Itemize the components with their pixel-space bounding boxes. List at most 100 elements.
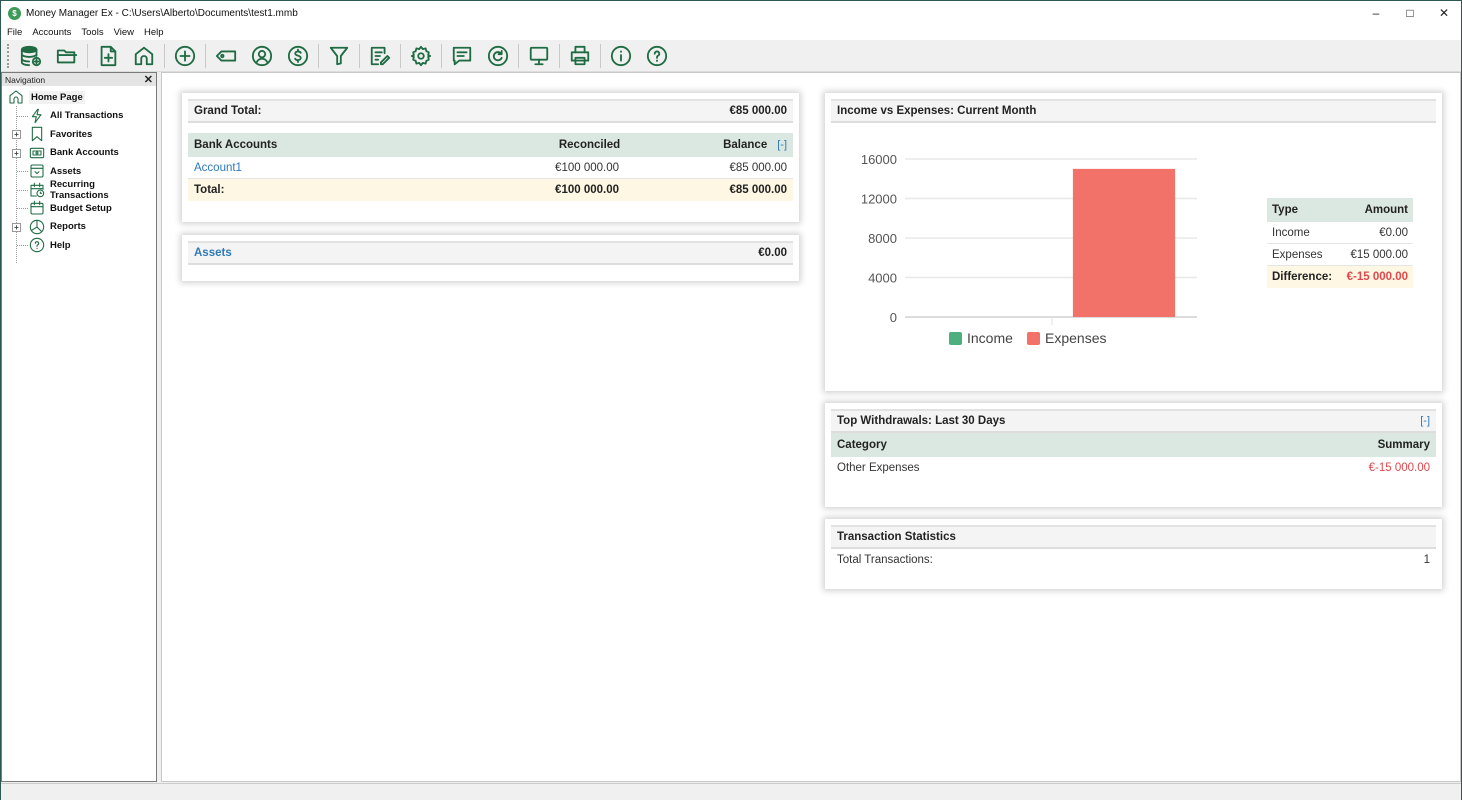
- assets-link[interactable]: Assets: [194, 247, 232, 259]
- table-header: Bank Accounts Reconciled Balance [-]: [188, 133, 793, 157]
- currencies-button[interactable]: [283, 41, 313, 71]
- y-tick-label: 8000: [868, 231, 897, 246]
- maximize-button[interactable]: □: [1393, 1, 1427, 25]
- y-tick-label: 0: [890, 310, 897, 325]
- tree-line: [17, 115, 28, 117]
- new-account-button[interactable]: [93, 41, 123, 71]
- nav-item-label: Home Page: [29, 90, 85, 104]
- home-icon: [9, 90, 23, 104]
- collapse-toggle[interactable]: [-]: [1420, 415, 1430, 427]
- y-tick-label: 12000: [861, 192, 897, 207]
- help-button[interactable]: [642, 41, 672, 71]
- top-withdrawals-title: Top Withdrawals: Last 30 Days: [837, 415, 1006, 427]
- about-button[interactable]: [606, 41, 636, 71]
- menu-view[interactable]: View: [109, 27, 139, 38]
- assets-value: €0.00: [758, 247, 787, 259]
- stat-label: Total Transactions:: [837, 554, 933, 566]
- new-database-icon: [20, 45, 42, 66]
- nav-item-reports[interactable]: + Reports: [2, 218, 156, 237]
- table-row: Other Expenses €-15 000.00: [831, 457, 1436, 479]
- payees-button[interactable]: [247, 41, 277, 71]
- column-header-type: Type: [1272, 204, 1298, 216]
- new-transaction-button[interactable]: [170, 41, 200, 71]
- account-link[interactable]: Account1: [194, 162, 479, 174]
- assets-header: Assets €0.00: [188, 241, 793, 265]
- help-icon: [646, 45, 668, 66]
- toolbar: [1, 40, 1461, 72]
- navigation-close-button[interactable]: ✕: [144, 73, 153, 86]
- new-account-icon: [100, 45, 117, 66]
- toolbar-grip[interactable]: [7, 43, 9, 68]
- toolbar-separator: [600, 43, 601, 68]
- menu-help[interactable]: Help: [139, 27, 169, 38]
- expand-toggle[interactable]: +: [12, 130, 21, 139]
- table-row: Account1 €100 000.00 €85 000.00: [188, 157, 793, 179]
- edit-report-icon: [370, 46, 391, 65]
- tree-line: [17, 245, 28, 246]
- income-vs-expenses-title: Income vs Expenses: Current Month: [837, 105, 1037, 117]
- toolbar-separator: [400, 43, 401, 68]
- toolbar-separator: [559, 43, 560, 68]
- difference-value: €-15 000.00: [1346, 271, 1408, 283]
- open-database-button[interactable]: [52, 41, 82, 71]
- minimize-button[interactable]: –: [1359, 1, 1393, 25]
- expand-toggle[interactable]: +: [12, 148, 21, 158]
- settings-button[interactable]: [406, 41, 436, 71]
- bank-accounts-table: Bank Accounts Reconciled Balance [-] Acc…: [188, 133, 793, 201]
- nav-item-favorites[interactable]: + Favorites: [2, 125, 156, 144]
- assets-icon: [30, 164, 44, 178]
- app-logo-icon: $: [8, 6, 21, 20]
- nav-item-budget-setup[interactable]: Budget Setup: [2, 199, 156, 218]
- column-header-summary: Summary: [1377, 439, 1430, 451]
- fullscreen-button[interactable]: [524, 41, 554, 71]
- expand-toggle[interactable]: +: [12, 222, 21, 232]
- navigation-title: Navigation: [5, 74, 46, 85]
- about-info-icon: [610, 45, 632, 66]
- balance-value: €85 000.00: [729, 161, 787, 174]
- table-header: Category Summary: [831, 433, 1436, 457]
- filter-button[interactable]: [324, 41, 354, 71]
- tags-button[interactable]: [211, 41, 241, 71]
- menu-accounts[interactable]: Accounts: [27, 27, 76, 38]
- legend-swatch-expenses: [1027, 332, 1040, 345]
- nav-item-help[interactable]: Help: [2, 236, 156, 255]
- top-withdrawals-card: Top Withdrawals: Last 30 Days [-] Catego…: [825, 403, 1442, 507]
- nav-item-label: Recurring Transactions: [50, 178, 109, 201]
- navigation-panel: Navigation ✕ Home Page All Transactions …: [1, 72, 157, 782]
- open-database-icon: [56, 49, 78, 63]
- tree-line: [17, 171, 28, 172]
- menu-file[interactable]: File: [1, 27, 27, 38]
- new-database-button[interactable]: [16, 41, 46, 71]
- lightning-icon: [31, 108, 42, 123]
- nav-item-all-transactions[interactable]: All Transactions: [2, 107, 156, 126]
- home-page-button[interactable]: [129, 41, 159, 71]
- collapse-toggle[interactable]: [-]: [777, 139, 787, 151]
- nav-item-label: Reports: [50, 221, 86, 233]
- pie-chart-icon: [29, 219, 45, 234]
- category-cell: Other Expenses: [837, 462, 920, 474]
- print-button[interactable]: [565, 41, 595, 71]
- reconciled-value: €100 000.00: [555, 161, 619, 174]
- status-bar: [1, 783, 1461, 800]
- app-window: $ Money Manager Ex - C:\Users\Alberto\Do…: [0, 0, 1462, 800]
- toolbar-separator: [164, 43, 165, 68]
- nav-item-assets[interactable]: Assets: [2, 162, 156, 181]
- print-icon: [570, 45, 590, 65]
- menu-tools[interactable]: Tools: [76, 27, 108, 38]
- grand-total-label: Grand Total:: [194, 105, 262, 117]
- table-header: Type Amount: [1267, 198, 1413, 222]
- settings-gear-icon: [410, 45, 432, 66]
- edit-report-button[interactable]: [365, 41, 395, 71]
- transaction-statistics-card: Transaction Statistics Total Transaction…: [825, 519, 1442, 589]
- nav-item-label: Bank Accounts: [50, 147, 119, 159]
- transaction-statistics-table: Total Transactions: 1: [831, 549, 1436, 571]
- y-tick-label: 16000: [861, 152, 897, 167]
- feedback-button[interactable]: [447, 41, 477, 71]
- nav-item-bank-accounts[interactable]: + Bank Accounts: [2, 144, 156, 163]
- nav-item-home-page[interactable]: Home Page: [2, 88, 156, 107]
- home-page-icon: [134, 46, 154, 65]
- close-button[interactable]: ✕: [1427, 1, 1461, 25]
- nav-item-recurring-transactions[interactable]: Recurring Transactions: [2, 178, 156, 201]
- bar-expenses: [1072, 168, 1176, 317]
- refresh-button[interactable]: [483, 41, 513, 71]
